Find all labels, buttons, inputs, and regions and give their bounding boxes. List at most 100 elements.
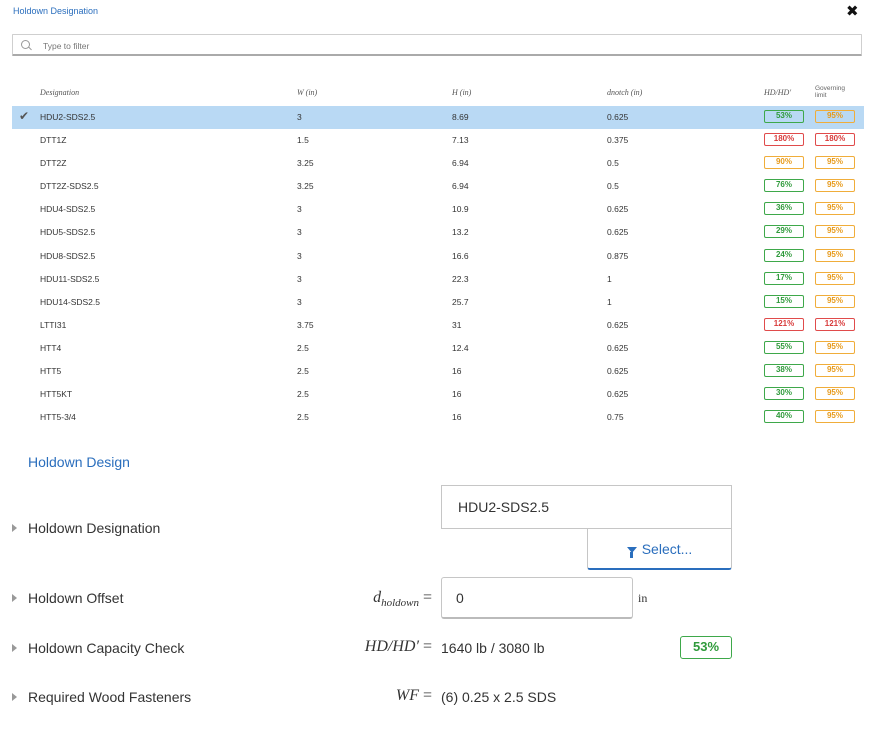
- ratio-badge: 40%: [764, 410, 804, 424]
- governing-badge: 95%: [815, 410, 855, 424]
- offset-equals: =: [422, 589, 432, 606]
- ratio-badge: 90%: [764, 156, 804, 170]
- governing-badge: 95%: [815, 340, 855, 354]
- cell-d: 0.625: [607, 342, 629, 353]
- capacity-symbol-main: HD/HD′: [364, 638, 419, 655]
- table-row[interactable]: LTTI31 3.75 31 0.625 121% 121%: [12, 314, 864, 337]
- caret-right-icon[interactable]: [12, 594, 17, 602]
- cell-designation: DTT2Z: [40, 158, 67, 169]
- table-header: Designation W (in) H (in) dnotch (in) HD…: [12, 82, 864, 104]
- table-row[interactable]: HDU5-SDS2.5 3 13.2 0.625 29% 95%: [12, 221, 864, 244]
- cell-h: 25.7: [452, 296, 469, 307]
- cell-designation: HDU4-SDS2.5: [40, 204, 96, 215]
- governing-line1: Governing: [815, 85, 845, 92]
- column-header-h: H (in): [452, 88, 472, 97]
- table-row[interactable]: DTT2Z-SDS2.5 3.25 6.94 0.5 76% 95%: [12, 175, 864, 198]
- cell-h: 16: [452, 412, 462, 423]
- table-row[interactable]: HDU11-SDS2.5 3 22.3 1 17% 95%: [12, 268, 864, 291]
- governing-badge: 95%: [815, 202, 855, 216]
- column-header-ratio: HD/HD': [764, 88, 792, 97]
- caret-right-icon[interactable]: [12, 693, 17, 701]
- column-header-dnotch: dnotch (in): [607, 88, 643, 97]
- table-row[interactable]: HDU14-SDS2.5 3 25.7 1 15% 95%: [12, 291, 864, 314]
- holdown-offset-input[interactable]: [441, 577, 633, 619]
- select-button-label: Select...: [641, 541, 693, 557]
- cell-d: 0.625: [607, 389, 629, 400]
- table-row[interactable]: HTT5-3/4 2.5 16 0.75 40% 95%: [12, 406, 864, 429]
- ratio-badge: 29%: [764, 225, 804, 239]
- dialog-title: Holdown Designation: [13, 6, 99, 16]
- holdown-designation-label: Holdown Designation: [28, 520, 161, 536]
- fasteners-equals: =: [422, 687, 432, 704]
- holdown-designation-row[interactable]: Holdown Designation: [12, 520, 160, 536]
- cell-h: 7.13: [452, 135, 469, 146]
- caret-right-icon[interactable]: [12, 524, 17, 532]
- column-header-designation: Designation: [40, 88, 80, 97]
- holdown-table: ✔ HDU2-SDS2.5 3 8.69 0.625 53% 95% DTT1Z 1.5 7.13…: [12, 106, 864, 429]
- cell-designation: DTT2Z-SDS2.5: [40, 181, 99, 192]
- cell-h: 16: [452, 389, 462, 400]
- cell-h: 12.4: [452, 342, 469, 353]
- cell-h: 16.6: [452, 250, 469, 261]
- capacity-equals: =: [422, 638, 432, 655]
- table-row[interactable]: HTT5KT 2.5 16 0.625 30% 95%: [12, 383, 864, 406]
- cell-d: 0.625: [607, 366, 629, 377]
- ratio-badge: 36%: [764, 202, 804, 216]
- cell-w: 2.5: [297, 412, 309, 423]
- cell-designation: HDU8-SDS2.5: [40, 250, 96, 261]
- filter-icon: [626, 547, 637, 558]
- cell-d: 0.75: [607, 412, 624, 423]
- cell-designation: HDU5-SDS2.5: [40, 227, 96, 238]
- cell-d: 0.625: [607, 319, 629, 330]
- cell-d: 0.5: [607, 158, 619, 169]
- cell-h: 22.3: [452, 273, 469, 284]
- table-row[interactable]: HTT5 2.5 16 0.625 38% 95%: [12, 360, 864, 383]
- table-row[interactable]: HDU8-SDS2.5 3 16.6 0.875 24% 95%: [12, 245, 864, 268]
- cell-w: 3: [297, 296, 302, 307]
- cell-d: 0.5: [607, 181, 619, 192]
- ratio-badge: 15%: [764, 294, 804, 308]
- fasteners-symbol: WF =: [340, 687, 432, 705]
- governing-badge: 95%: [815, 294, 855, 308]
- wood-fasteners-row[interactable]: Required Wood Fasteners: [12, 689, 191, 705]
- fasteners-value: (6) 0.25 x 2.5 SDS: [441, 689, 557, 705]
- close-icon[interactable]: ✖: [846, 2, 859, 20]
- governing-badge: 95%: [815, 387, 855, 401]
- filter-input[interactable]: [41, 37, 845, 54]
- cell-designation: HDU11-SDS2.5: [40, 273, 100, 284]
- table-row[interactable]: DTT2Z 3.25 6.94 0.5 90% 95%: [12, 152, 864, 175]
- cell-h: 16: [452, 366, 462, 377]
- cell-designation: HTT4: [40, 342, 62, 353]
- table-row[interactable]: HDU4-SDS2.5 3 10.9 0.625 36% 95%: [12, 198, 864, 221]
- cell-designation: HTT5: [40, 366, 62, 377]
- cell-h: 8.69: [452, 112, 469, 122]
- filter-bar: [12, 34, 862, 56]
- caret-right-icon[interactable]: [12, 644, 17, 652]
- table-row[interactable]: HTT4 2.5 12.4 0.625 55% 95%: [12, 337, 864, 360]
- cell-h: 10.9: [452, 204, 469, 215]
- governing-badge: 95%: [815, 271, 855, 285]
- cell-w: 3.75: [297, 319, 314, 330]
- table-row[interactable]: ✔ HDU2-SDS2.5 3 8.69 0.625 53% 95%: [12, 106, 864, 130]
- governing-badge: 95%: [815, 156, 855, 170]
- cell-designation: HTT5KT: [40, 389, 73, 400]
- designation-value-box: HDU2-SDS2.5: [441, 485, 732, 529]
- table-row[interactable]: DTT1Z 1.5 7.13 0.375 180% 180%: [12, 129, 864, 152]
- holdown-offset-label: Holdown Offset: [28, 590, 124, 606]
- cell-d: 0.875: [607, 250, 629, 261]
- column-header-governing: Governing limit: [815, 85, 845, 99]
- search-icon: [21, 40, 30, 49]
- cell-w: 3: [297, 112, 302, 122]
- select-button[interactable]: Select...: [587, 528, 732, 570]
- governing-badge: 95%: [815, 225, 855, 239]
- cell-designation: LTTI31: [40, 319, 67, 330]
- checkmark-icon: ✔: [19, 109, 30, 123]
- dialog-header: Holdown Designation ✖: [0, 0, 881, 26]
- offset-unit: in: [638, 591, 648, 605]
- cell-d: 0.625: [607, 227, 629, 238]
- holdown-offset-row[interactable]: Holdown Offset: [12, 590, 123, 606]
- cell-d: 1: [607, 296, 612, 307]
- cell-w: 3: [297, 273, 302, 284]
- cell-designation: HTT5-3/4: [40, 412, 76, 423]
- holdown-capacity-row[interactable]: Holdown Capacity Check: [12, 640, 184, 656]
